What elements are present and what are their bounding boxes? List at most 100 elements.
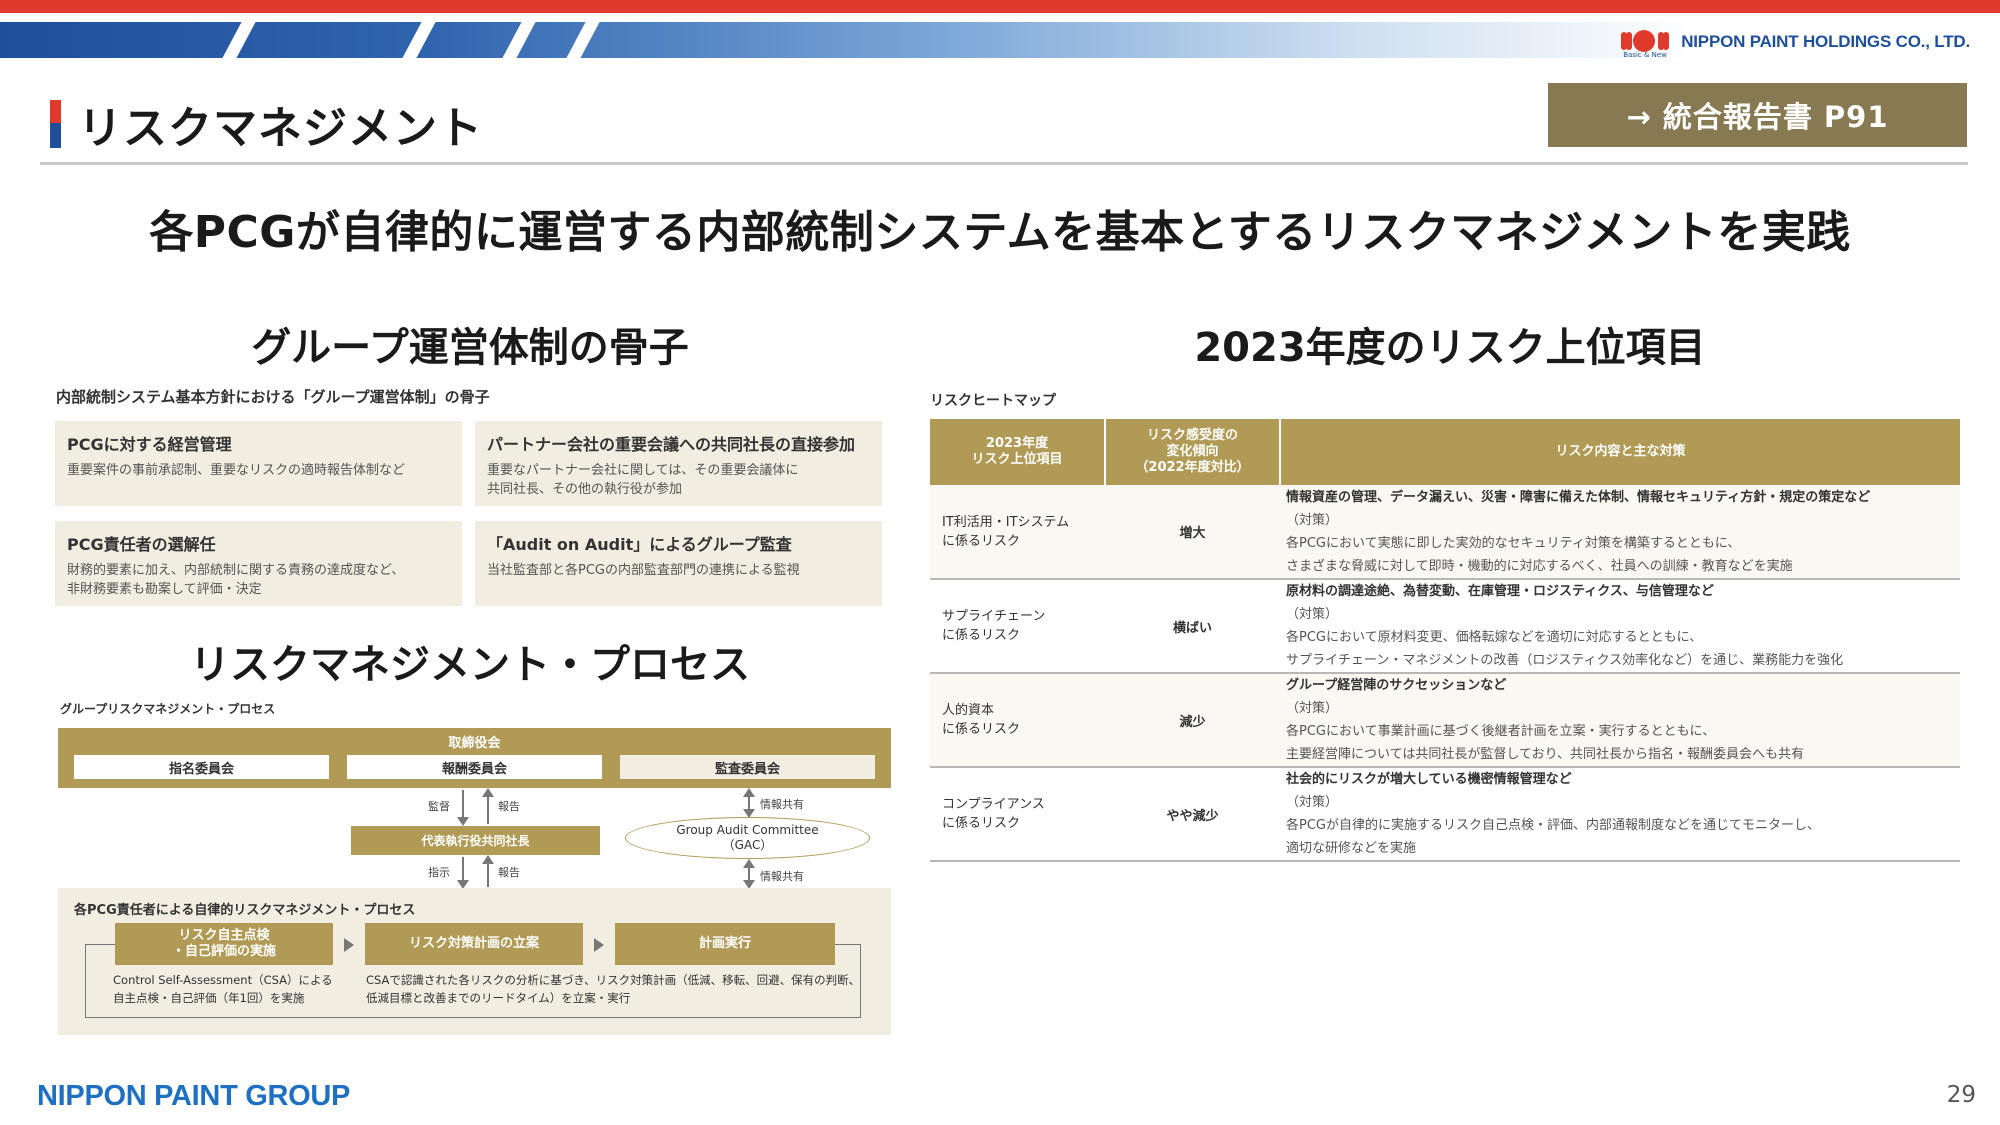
risk-trend-cell: 増大 [1105,485,1280,580]
info-share-bottom-arrow [743,859,755,889]
detail-line: 各PCGにおいて事業計画に基づく後継者計画を立案・実行するとともに、 [1286,724,1716,739]
risk-heatmap-table: 2023年度 リスク上位項目 リスク感受度の 変化傾向 （2022年度対比） リ… [930,419,1960,862]
report-low-arrow [482,855,494,887]
risk-item-cell: コンプライアンス に係るリスク [930,767,1105,862]
process-step-execution: 計画実行 [615,923,835,965]
table-row: コンプライアンス に係るリスク やや減少 社会的にリスクが増大している機密情報管理… [930,767,1960,862]
header-line: リスク上位項目 [971,452,1063,467]
item-line: に係るリスク [942,816,1021,831]
card-desc: 重要なパートナー会社に関しては、その重要会議体に [487,463,799,478]
detail-line: さまざまな脅威に対して即時・機動的に対応するべく、社員への訓練・教育などを実施 [1286,558,1793,574]
detail-line: 各PCGにおいて原材料変更、価格転嫁などを適切に対応するとともに、 [1286,630,1703,645]
detail-line: 主要経営陣については共同社長が監督しており、共同社長から指名・報酬委員会へも共有 [1286,747,1805,762]
card-desc: 重要案件の事前承認制、重要なリスクの適時報告体制など [67,463,406,478]
table-row: IT利活用・ITシステム に係るリスク 増大 情報資産の管理、データ漏えい、災害・… [930,485,1960,580]
report-low-label: 報告 [498,866,520,879]
loop-top-right [835,944,861,945]
integrated-report-link-button[interactable]: → 統合報告書 P91 [1548,83,1967,147]
risk-item-cell: 人的資本 に係るリスク [930,673,1105,768]
info-share-bottom-label: 情報共有 [760,870,804,883]
headline: 各PCGが自律的に運営する内部統制システムを基本とするリスクマネジメントを実践 [149,207,1851,258]
governance-caption: 内部統制システム基本方針における「グループ運営体制」の骨子 [56,388,490,406]
page-number: 29 [1946,1082,1976,1108]
risk-detail-cell: 情報資産の管理、データ漏えい、災害・障害に備えた体制、情報セキュリティ方針・規定… [1280,485,1960,580]
detail-line: （対策） [1286,701,1339,716]
risk-trend-cell: 減少 [1105,673,1280,768]
header-line: リスク感受度の [1146,428,1238,443]
title-accent-bar [50,100,61,148]
detail-line: 各PCGが自律的に実施するリスク自己点検・評価、内部通報制度などを通じてモニター… [1286,818,1820,833]
item-line: IT利活用・ITシステム [942,514,1070,530]
risk-heatmap-caption: リスクヒートマップ [930,393,1056,409]
detail-line: （対策） [1286,795,1339,810]
loop-top-left [85,944,115,945]
col-header-trend: リスク感受度の 変化傾向 （2022年度対比） [1105,419,1281,485]
pcg-process-label: 各PCG責任者による自律的リスクマネジメント・プロセス [74,903,416,918]
card-title: PCGに対する経営管理 [67,435,232,454]
plan-description: CSAで認識された各リスクの分析に基づき、リスク対策計画（低減、移転、回避、保有… [366,971,860,1007]
header-line: （2022年度対比） [1135,460,1250,475]
group-audit-committee-oval: Group Audit Committee （GAC） [625,817,870,859]
card-title: 「Audit on Audit」によるグループ監査 [487,535,792,554]
process-caption: グループリスクマネジメント・プロセス [60,702,276,716]
nominating-committee-box: 指名委員会 [74,755,329,779]
card-title: PCG責任者の選解任 [67,535,216,554]
card-desc: 財務的要素に加え、内部統制に関する責務の達成度など、 [67,563,405,578]
gac-abbrev: （GAC） [722,838,773,852]
table-row: 人的資本 に係るリスク 減少 グループ経営陣のサクセッションなど （対策） 各PC… [930,673,1960,768]
risk-detail-cell: 社会的にリスクが増大している機密情報管理など （対策） 各PCGが自律的に実施す… [1280,767,1960,862]
governance-card: 「Audit on Audit」によるグループ監査 当社監査部と各PCGの内部監… [475,521,882,606]
governance-card: パートナー会社の重要会議への共同社長の直接参加 重要なパートナー会社に関しては、… [475,421,882,506]
item-line: に係るリスク [942,533,1021,549]
desc-line: 自主点検・自己評価（年1回）を実施 [113,991,305,1005]
board-of-directors-box: 取締役会 指名委員会 報酬委員会 監査委員会 [58,728,891,788]
item-line: コンプライアンス [942,797,1045,812]
card-desc: 非財務要素も勘案して評価・決定 [67,582,262,597]
desc-line: 低減目標と改善までのリードタイム）を立案・実行 [366,991,631,1005]
title-divider [40,162,1968,165]
process-step-planning: リスク対策計画の立案 [365,923,583,965]
gac-name: Group Audit Committee [676,823,819,837]
detail-title: 原材料の調達途絶、為替変動、在庫管理・ロジスティクス、与信管理など [1286,584,1714,599]
card-desc: 共同社長、その他の執行役が参加 [487,482,683,497]
card-desc: 当社監査部と各PCGの内部監査部門の連携による監視 [487,563,800,578]
risk-detail-cell: グループ経営陣のサクセッションなど （対策） 各PCGにおいて事業計画に基づく後… [1280,673,1960,768]
company-logo: Basic & New NIPPON PAINT HOLDINGS CO., L… [1615,25,1970,59]
company-logo-text: NIPPON PAINT HOLDINGS CO., LTD. [1681,32,1970,51]
nippon-paint-mark-icon: Basic & New [1615,27,1673,59]
risk-item-cell: IT利活用・ITシステム に係るリスク [930,485,1105,580]
detail-title: 情報資産の管理、データ漏えい、災害・障害に備えた体制、情報セキュリティ方針・規定… [1286,489,1871,505]
detail-title: 社会的にリスクが増大している機密情報管理など [1286,772,1572,787]
col-header-risk-item: 2023年度 リスク上位項目 [930,419,1106,485]
desc-line: Control Self-Assessment（CSA）による [113,973,333,987]
table-row: サプライチェーン に係るリスク 横ばい 原材料の調達途絶、為替変動、在庫管理・ロジ… [930,579,1960,674]
risk-trend-cell: やや減少 [1105,767,1280,862]
item-line: に係るリスク [942,722,1021,737]
desc-line: CSAで認識された各リスクの分析に基づき、リスク対策計画（低減、移転、回避、保有… [366,973,861,987]
top-red-stripe [0,0,2000,13]
report-up-arrow [482,788,494,824]
instruct-arrow [457,857,469,889]
card-title: パートナー会社の重要会議への共同社長の直接参加 [487,435,856,454]
process-heading: リスクマネジメント・プロセス [190,642,750,688]
step-arrow-icon [344,938,354,952]
detail-line: サプライチェーン・マネジメントの改善（ロジスティクス効率化など）を通じ、業務能力… [1286,653,1844,668]
governance-heading: グループ運営体制の骨子 [251,325,689,371]
audit-committee-box: 監査委員会 [620,755,875,779]
instruct-label: 指示 [428,866,450,879]
logo-tagline: Basic & New [1623,51,1667,59]
info-share-top-arrow [743,788,755,818]
page-title: リスクマネジメント [78,103,483,154]
process-step-csa: リスク自主点検 ・自己評価の実施 [115,923,333,965]
header-line: 変化傾向 [1166,444,1219,459]
compensation-committee-box: 報酬委員会 [347,755,602,779]
step-line: リスク自主点検 [178,928,270,943]
col-header-detail: リスク内容と主な対策 [1280,419,1960,485]
risk-item-cell: サプライチェーン に係るリスク [930,579,1105,674]
group-logo: NIPPON PAINT GROUP [37,1080,351,1112]
detail-line: （対策） [1286,512,1339,528]
co-president-ceo-box: 代表執行役共同社長 [351,826,600,855]
item-line: に係るリスク [942,628,1021,643]
detail-line: 適切な研修などを実施 [1286,841,1417,856]
detail-line: 各PCGにおいて実態に即した実効的なセキュリティ対策を構築するとともに、 [1286,535,1741,551]
